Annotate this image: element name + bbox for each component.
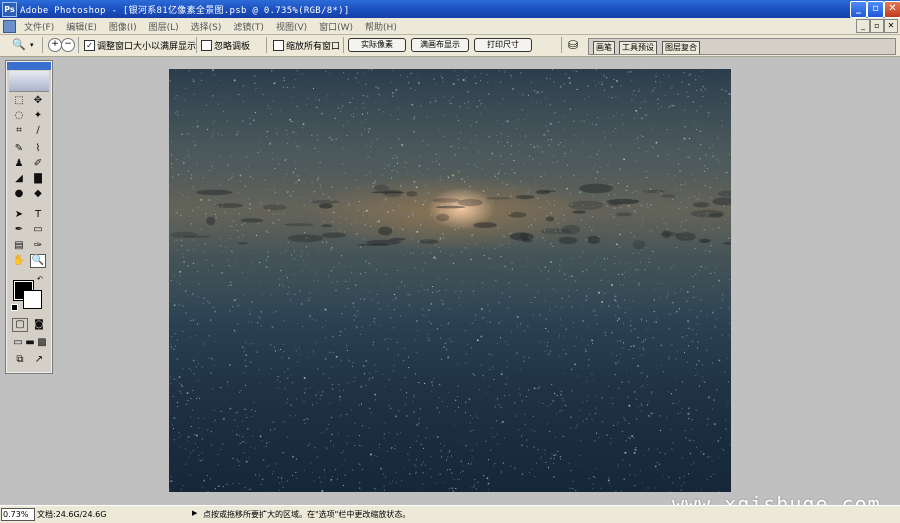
status-menu-arrow-icon[interactable]: ▶ <box>192 509 197 517</box>
milky-way-image <box>169 69 731 492</box>
tab-layer-comps[interactable]: 图层复合 <box>662 41 700 54</box>
jump-to-imageready-icon[interactable]: ⧉ <box>12 353 28 367</box>
zoom-out-icon[interactable]: − <box>61 38 75 52</box>
type-tool-icon[interactable]: T <box>30 208 46 222</box>
zoom-tool-preset-icon[interactable]: 🔍 <box>12 38 26 51</box>
quick-mask-mode-icon[interactable]: ◙ <box>31 318 47 332</box>
menu-item-1[interactable]: 编辑(E) <box>60 20 103 33</box>
document-size-info[interactable]: 文档:24.6G/24.6G <box>37 509 106 520</box>
separator <box>78 37 79 53</box>
gradient-tool-icon[interactable]: ▇ <box>30 172 46 186</box>
menu-items: 文件(F)编辑(E)图像(I)图层(L)选择(S)滤镜(T)视图(V)窗口(W)… <box>18 20 403 33</box>
background-color-swatch[interactable] <box>23 290 42 309</box>
palette-well: 画笔 工具预设 图层复合 <box>588 38 896 55</box>
resize-windows-label: 调整窗口大小以满屏显示 <box>97 39 196 52</box>
zoom-level-field[interactable]: 0.73% <box>1 508 35 521</box>
ignore-palettes-box[interactable] <box>201 40 212 51</box>
swap-colors-icon[interactable]: ↶ <box>37 275 43 283</box>
slice-tool-icon[interactable]: ∕ <box>30 124 46 138</box>
document-canvas[interactable] <box>169 69 731 492</box>
notes-tool-icon[interactable]: ▤ <box>11 239 27 253</box>
tab-tool-presets[interactable]: 工具预设 <box>619 41 657 54</box>
healing-brush-tool-icon[interactable]: ✎ <box>11 142 27 156</box>
eyedropper-tool-icon[interactable]: ✑ <box>30 239 46 253</box>
menu-item-0[interactable]: 文件(F) <box>18 20 60 33</box>
status-bar: 0.73% 文档:24.6G/24.6G ▶ 点按或拖移所要扩大的区域。在"选项… <box>0 505 900 523</box>
actual-pixels-button[interactable]: 实际像素 <box>348 38 406 52</box>
menu-item-5[interactable]: 滤镜(T) <box>227 20 270 33</box>
document-icon[interactable] <box>3 20 16 33</box>
tool-palette-title-bar[interactable] <box>7 62 51 70</box>
menu-bar: 文件(F)编辑(E)图像(I)图层(L)选择(S)滤镜(T)视图(V)窗口(W)… <box>0 18 900 35</box>
separator <box>42 37 43 53</box>
resize-windows-check-icon[interactable]: ✓ <box>84 40 95 51</box>
fit-on-screen-button[interactable]: 满画布显示 <box>411 38 469 52</box>
zoom-in-icon[interactable]: + <box>48 38 62 52</box>
adobe-online-feather-icon[interactable] <box>9 71 49 92</box>
menu-item-2[interactable]: 图像(I) <box>103 20 143 33</box>
eraser-tool-icon[interactable]: ◢ <box>11 172 27 186</box>
pen-tool-icon[interactable]: ✒ <box>11 223 27 237</box>
magic-wand-tool-icon[interactable]: ✦ <box>30 109 46 123</box>
menu-item-3[interactable]: 图层(L) <box>143 20 185 33</box>
zoom-all-windows-label: 缩放所有窗口 <box>286 39 340 52</box>
window-title: Adobe Photoshop - [银河系81亿像素全景图.psb @ 0.7… <box>20 3 350 16</box>
separator <box>343 37 344 53</box>
document-restore-button[interactable]: ▫ <box>870 19 884 33</box>
menu-item-7[interactable]: 窗口(W) <box>313 20 359 33</box>
marquee-tool-icon[interactable]: ⬚ <box>11 94 27 108</box>
zoom-all-windows-checkbox[interactable]: 缩放所有窗口 <box>273 39 340 52</box>
edit-in-imageready-icon[interactable]: ↗ <box>31 353 47 367</box>
print-size-button[interactable]: 打印尺寸 <box>474 38 532 52</box>
tool-preset-dropdown[interactable]: ▾ <box>30 41 34 49</box>
blur-tool-icon[interactable]: ● <box>11 187 27 201</box>
document-minimize-button[interactable]: _ <box>856 19 870 33</box>
file-browser-icon[interactable]: ⛁ <box>568 38 578 52</box>
move-tool-icon[interactable]: ✥ <box>30 94 46 108</box>
ignore-palettes-checkbox[interactable]: 忽略调板 <box>201 39 250 52</box>
menu-item-6[interactable]: 视图(V) <box>270 20 313 33</box>
path-selection-tool-icon[interactable]: ➤ <box>11 208 27 222</box>
minimize-button[interactable]: _ <box>850 1 867 18</box>
zoom-tool-icon[interactable]: 🔍 <box>30 254 46 268</box>
tab-brushes[interactable]: 画笔 <box>593 41 615 54</box>
shape-tool-icon[interactable]: ▭ <box>30 223 46 237</box>
dodge-tool-icon[interactable]: ◆ <box>30 187 46 201</box>
maximize-button[interactable]: ▫ <box>867 1 884 18</box>
zoom-all-windows-box[interactable] <box>273 40 284 51</box>
menu-item-8[interactable]: 帮助(H) <box>359 20 403 33</box>
document-close-button[interactable]: ✕ <box>884 19 898 33</box>
clone-stamp-tool-icon[interactable]: ♟ <box>11 157 27 171</box>
menu-item-4[interactable]: 选择(S) <box>185 20 228 33</box>
resize-windows-checkbox[interactable]: ✓ 调整窗口大小以满屏显示 <box>84 39 196 52</box>
default-colors-icon[interactable] <box>11 304 18 311</box>
photoshop-app-icon[interactable]: Ps <box>2 2 17 17</box>
tool-palette: ⬚✥◌✦⌗∕✎⌇♟✐◢▇●◆➤T✒▭▤✑✋🔍 ↶ ▢ ◙ ▭ ▬ ▩ ⧉ ↗ <box>6 61 52 373</box>
separator <box>561 37 562 53</box>
brush-tool-icon[interactable]: ⌇ <box>30 142 46 156</box>
history-brush-tool-icon[interactable]: ✐ <box>30 157 46 171</box>
title-bar: Ps Adobe Photoshop - [银河系81亿像素全景图.psb @ … <box>0 0 900 18</box>
status-hint-text: 点按或拖移所要扩大的区域。在"选项"栏中更改缩放状态。 <box>203 509 410 520</box>
full-screen-mode-icon[interactable]: ▩ <box>34 336 50 350</box>
lasso-tool-icon[interactable]: ◌ <box>11 109 27 123</box>
ignore-palettes-label: 忽略调板 <box>214 39 250 52</box>
standard-mode-icon[interactable]: ▢ <box>12 318 28 332</box>
hand-tool-icon[interactable]: ✋ <box>11 254 27 268</box>
crop-tool-icon[interactable]: ⌗ <box>11 124 27 138</box>
separator <box>266 37 267 53</box>
close-button[interactable]: ✕ <box>884 1 900 18</box>
separator <box>196 37 197 53</box>
